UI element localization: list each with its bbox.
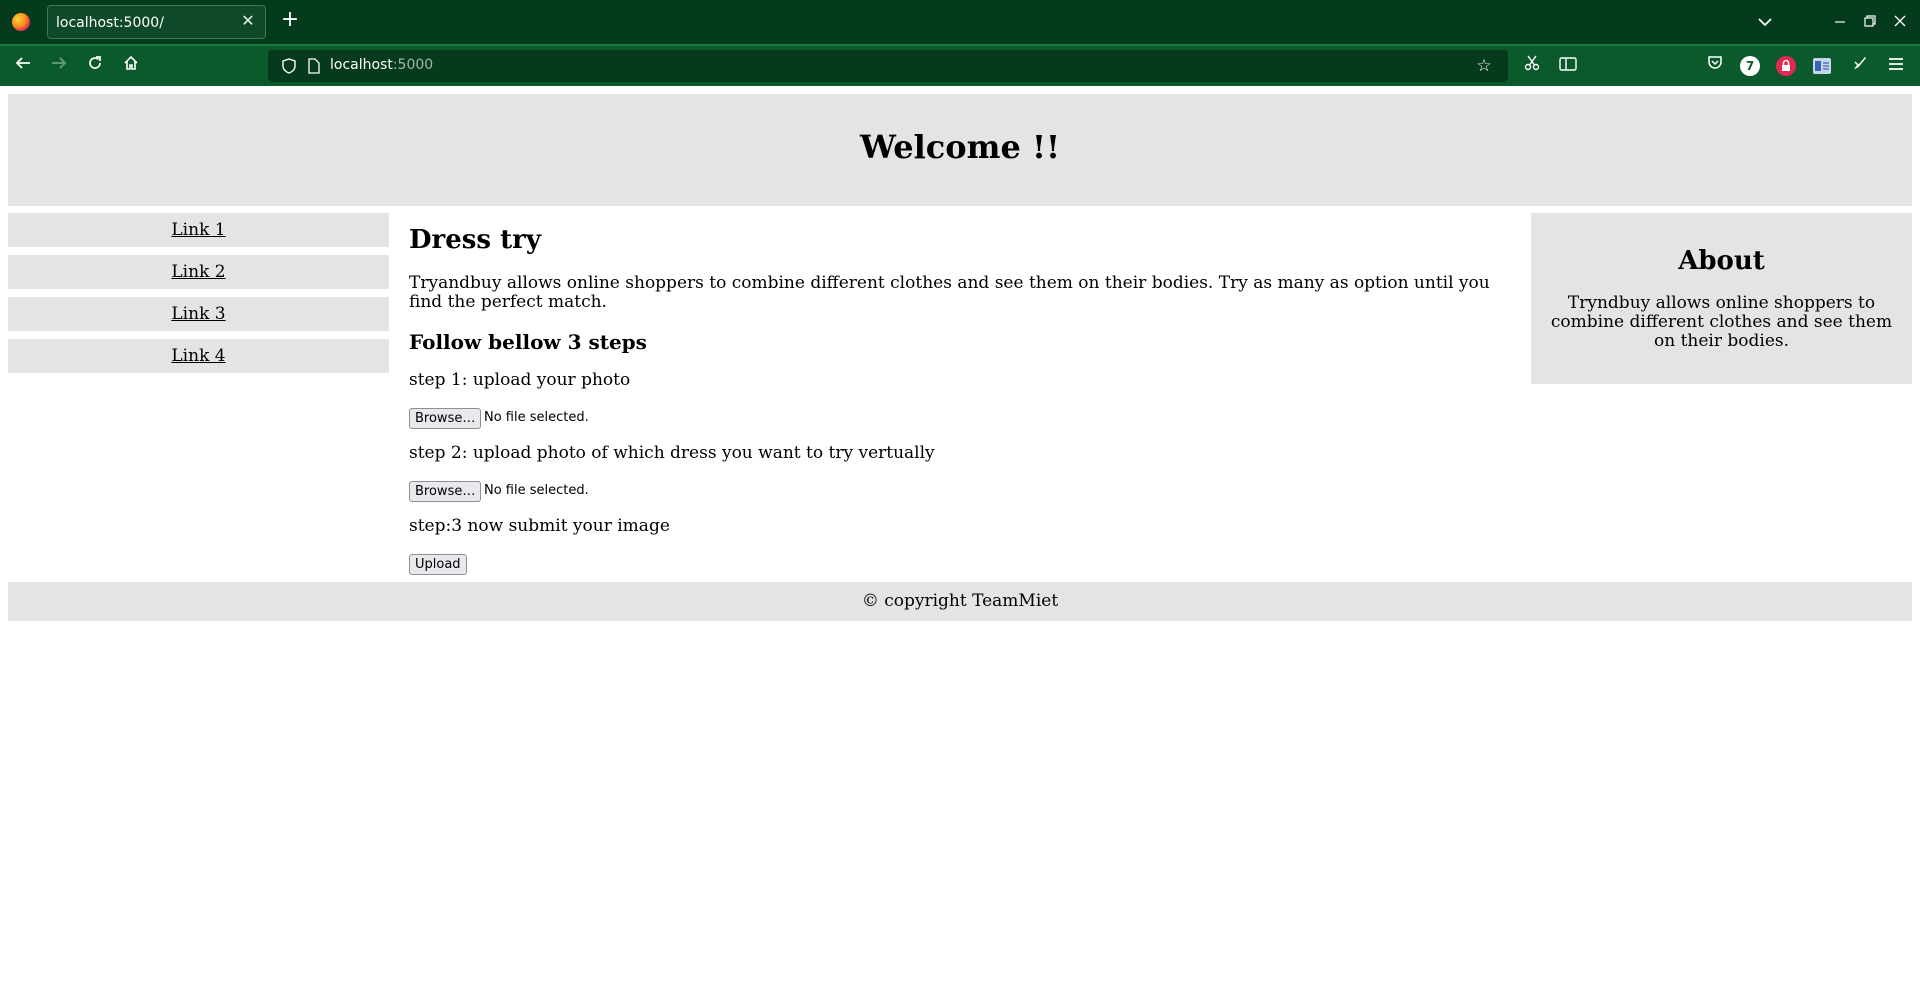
upload-button[interactable]: Upload [409, 554, 467, 575]
page-content: Welcome !! Link 1 Link 2 Link 3 Link 4 D… [0, 86, 1920, 990]
password-manager-extension-icon[interactable] [1776, 56, 1796, 76]
back-arrow-icon[interactable] [11, 54, 35, 78]
reader-extension-icon[interactable] [1813, 58, 1831, 74]
page-footer: © copyright TeamMiet [8, 582, 1912, 621]
forward-arrow-icon[interactable] [47, 54, 71, 78]
new-tab-icon[interactable]: + [280, 9, 300, 31]
hamburger-menu-icon[interactable] [1884, 54, 1908, 78]
tab-title: localhost:5000/ [56, 15, 164, 31]
steps-heading: Follow bellow 3 steps [409, 330, 647, 354]
nav-link-2[interactable]: Link 2 [8, 255, 389, 289]
close-window-icon[interactable] [1890, 12, 1910, 32]
page-info-icon[interactable] [308, 58, 320, 74]
browser-toolbar: localhost:5000 ☆ 7 [0, 44, 1920, 86]
browse-photo-button[interactable]: Browse… [409, 408, 482, 429]
page-header: Welcome !! [8, 94, 1912, 206]
browse-dress-button[interactable]: Browse… [409, 481, 482, 502]
intro-paragraph: Tryandbuy allows online shoppers to comb… [409, 273, 1490, 312]
nav-link-1[interactable]: Link 1 [8, 213, 389, 247]
restore-window-icon[interactable] [1860, 12, 1880, 32]
list-all-tabs-chevron-icon[interactable] [1755, 12, 1775, 32]
step-3-label: step:3 now submit your image [409, 516, 670, 536]
url-text[interactable]: localhost:5000 [330, 57, 433, 73]
browser-tab-active[interactable]: localhost:5000/ ✕ [47, 5, 266, 39]
address-bar[interactable]: localhost:5000 ☆ [268, 50, 1508, 82]
step-2-label: step 2: upload photo of which dress you … [409, 443, 935, 463]
left-navigation: Link 1 Link 2 Link 3 Link 4 [8, 213, 389, 381]
home-icon[interactable] [119, 54, 143, 78]
firefox-logo-icon [12, 13, 30, 31]
tracking-protection-shield-icon[interactable] [282, 58, 296, 74]
nav-link-4[interactable]: Link 4 [8, 339, 389, 373]
page-title: Welcome !! [859, 128, 1061, 166]
about-panel: About Tryndbuy allows online shoppers to… [1531, 213, 1912, 384]
extension-brush-icon[interactable] [1848, 54, 1872, 78]
extension-badge-icon[interactable]: 7 [1740, 56, 1760, 76]
screenshot-tool-icon[interactable] [1520, 54, 1544, 78]
dress-file-status: No file selected. [484, 483, 589, 498]
about-text: Tryndbuy allows online shoppers to combi… [1550, 293, 1893, 351]
reload-icon[interactable] [83, 54, 107, 78]
step-1-label: step 1: upload your photo [409, 370, 631, 390]
photo-file-status: No file selected. [484, 410, 589, 425]
about-title: About [1678, 246, 1765, 276]
nav-link-3[interactable]: Link 3 [8, 297, 389, 331]
section-title: Dress try [409, 225, 541, 255]
minimize-window-icon[interactable] [1830, 12, 1850, 32]
pocket-icon[interactable] [1703, 54, 1727, 78]
close-tab-icon[interactable]: ✕ [239, 12, 257, 30]
browser-tab-bar: localhost:5000/ ✕ + [0, 0, 1920, 44]
bookmark-star-icon[interactable]: ☆ [1472, 54, 1496, 78]
sidebar-toggle-icon[interactable] [1556, 54, 1580, 78]
